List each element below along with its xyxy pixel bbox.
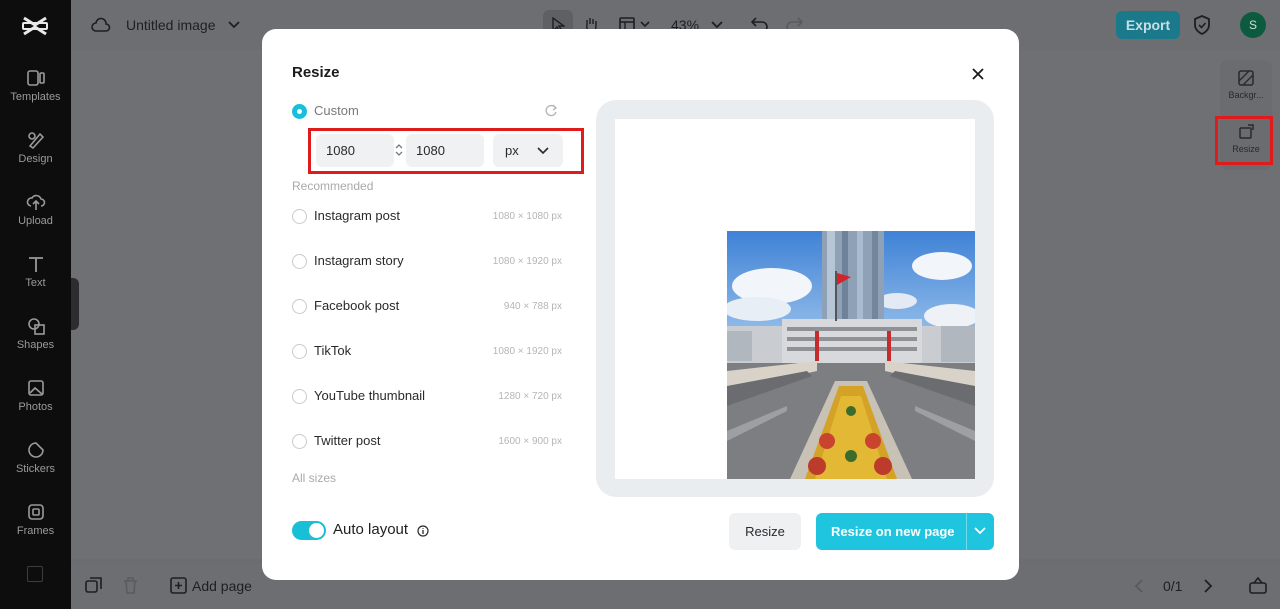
sidebar-item-label: Templates xyxy=(10,91,61,103)
sidebar-item-label: Frames xyxy=(16,525,55,537)
export-button[interactable]: Export xyxy=(1116,11,1180,39)
sidebar-item-label: Upload xyxy=(18,215,53,227)
preset-label[interactable]: Twitter post xyxy=(314,433,380,448)
chevron-down-icon[interactable] xyxy=(974,526,986,536)
chevron-left-icon[interactable] xyxy=(1134,579,1144,593)
preset-radio[interactable] xyxy=(292,299,307,314)
button-divider xyxy=(966,513,967,550)
preset-radio[interactable] xyxy=(292,434,307,449)
background-icon xyxy=(1238,70,1254,86)
building-photo-graphic xyxy=(727,231,975,479)
sidebar-item-upload[interactable]: Upload xyxy=(0,192,71,227)
custom-size-highlight xyxy=(308,128,584,174)
preset-size: 1600 × 900 px xyxy=(498,436,562,447)
shapes-icon xyxy=(27,318,45,335)
preset-radio[interactable] xyxy=(292,209,307,224)
dialog-title: Resize xyxy=(292,64,340,81)
duplicate-page-icon[interactable] xyxy=(85,577,102,594)
preset-label[interactable]: TikTok xyxy=(314,343,351,358)
preset-size: 1080 × 1080 px xyxy=(492,211,562,222)
stickers-icon xyxy=(27,442,44,458)
preset-size: 940 × 788 px xyxy=(503,301,562,312)
shield-icon[interactable] xyxy=(1193,15,1211,35)
sidebar-item-label: Shapes xyxy=(16,339,55,351)
design-icon xyxy=(27,132,44,150)
left-sidebar: Templates Design Upload Text Shapes Phot… xyxy=(0,0,71,609)
custom-label: Custom xyxy=(314,103,359,118)
sidebar-item-stickers[interactable]: Stickers xyxy=(0,440,71,475)
sidebar-item-label: Design xyxy=(18,153,53,165)
resize-on-new-page-label: Resize on new page xyxy=(831,524,955,539)
sidebar-item-label: Text xyxy=(25,277,46,289)
preset-radio[interactable] xyxy=(292,344,307,359)
sidebar-item-templates[interactable]: Templates xyxy=(0,68,71,103)
sidebar-item-label: Photos xyxy=(18,401,53,413)
text-icon xyxy=(28,257,43,272)
info-icon[interactable] xyxy=(417,525,429,537)
preset-radio[interactable] xyxy=(292,389,307,404)
sidebar-item-label: Stickers xyxy=(15,463,56,475)
chevron-right-icon[interactable] xyxy=(1203,579,1213,593)
delete-page-icon[interactable] xyxy=(123,577,138,594)
preset-label[interactable]: Instagram story xyxy=(314,253,404,268)
resize-dialog: Resize Custom px Recommended Instagram p… xyxy=(262,29,1019,580)
frames-icon xyxy=(27,504,44,520)
preset-label[interactable]: YouTube thumbnail xyxy=(314,388,425,403)
recommended-label: Recommended xyxy=(292,179,374,193)
auto-layout-label: Auto layout xyxy=(333,521,409,538)
preset-radio[interactable] xyxy=(292,254,307,269)
templates-icon xyxy=(26,70,45,86)
add-page-button[interactable]: Add page xyxy=(192,578,252,594)
preset-size: 1280 × 720 px xyxy=(498,391,562,402)
sidebar-collapse-handle[interactable] xyxy=(71,278,79,330)
all-sizes-link[interactable]: All sizes xyxy=(292,471,336,485)
close-icon[interactable] xyxy=(969,65,987,83)
chevron-down-icon[interactable] xyxy=(640,20,650,28)
resize-preview xyxy=(596,100,994,497)
more-apps-icon[interactable] xyxy=(27,566,43,582)
document-title[interactable]: Untitled image xyxy=(126,17,216,33)
sidebar-item-design[interactable]: Design xyxy=(0,130,71,165)
preset-label[interactable]: Facebook post xyxy=(314,298,399,313)
sidebar-item-shapes[interactable]: Shapes xyxy=(0,316,71,351)
building-photo xyxy=(727,231,975,479)
add-page-icon[interactable] xyxy=(170,577,187,594)
capcut-logo[interactable] xyxy=(21,12,49,40)
preset-size: 1080 × 1920 px xyxy=(492,346,562,357)
resize-panel-highlight xyxy=(1215,116,1273,165)
resize-on-new-page-button[interactable]: Resize on new page xyxy=(816,513,994,550)
sidebar-item-photos[interactable]: Photos xyxy=(0,378,71,413)
preset-label[interactable]: Instagram post xyxy=(314,208,400,223)
auto-layout-toggle[interactable] xyxy=(292,521,326,540)
custom-radio[interactable] xyxy=(292,104,307,119)
pages-panel-icon[interactable] xyxy=(1249,577,1267,594)
chevron-down-icon[interactable] xyxy=(228,20,240,30)
photos-icon xyxy=(27,380,44,396)
panel-item-background[interactable]: Backgr... xyxy=(1220,70,1272,100)
page-counter: 0/1 xyxy=(1163,578,1183,594)
sidebar-item-frames[interactable]: Frames xyxy=(0,502,71,537)
preset-size: 1080 × 1920 px xyxy=(492,256,562,267)
upload-icon xyxy=(26,194,45,210)
preview-page xyxy=(615,119,975,479)
cloud-icon[interactable] xyxy=(91,16,111,34)
resize-button[interactable]: Resize xyxy=(729,513,801,550)
avatar[interactable]: S xyxy=(1240,12,1266,38)
sidebar-item-text[interactable]: Text xyxy=(0,254,71,289)
reset-icon[interactable] xyxy=(544,104,558,118)
panel-item-label: Backgr... xyxy=(1228,90,1264,100)
